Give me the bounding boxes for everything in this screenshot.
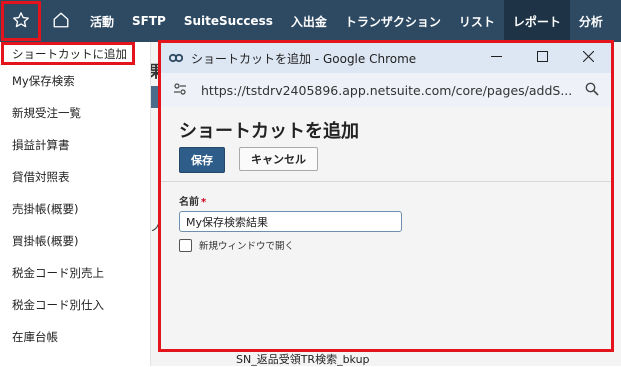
menu-item-my-saved-search[interactable]: My保存検索 xyxy=(0,65,150,97)
nav-item-sftp[interactable]: SFTP xyxy=(123,0,175,42)
page-title: ショートカットを追加 xyxy=(179,121,359,142)
nav-item-customization[interactable]: カスタマ xyxy=(612,0,621,42)
close-window-button[interactable] xyxy=(565,43,611,73)
netsuite-logo-icon xyxy=(169,51,183,65)
address-bar[interactable]: https://tstdrv2405896.app.netsuite.com/c… xyxy=(161,73,611,107)
add-shortcut-popup-window: ショートカットを追加 - Google Chrome https://tstdr… xyxy=(158,40,614,352)
name-label-text: 名前 xyxy=(179,197,199,208)
zoom-icon[interactable] xyxy=(585,82,599,99)
maximize-icon xyxy=(536,50,548,66)
nav-item-analytics[interactable]: 分析 xyxy=(570,0,612,42)
shortcuts-button[interactable] xyxy=(1,1,41,41)
open-new-window-row: 新規ウィンドウで開く xyxy=(179,238,402,252)
cancel-button[interactable]: キャンセル xyxy=(239,147,318,171)
nav-item-lists[interactable]: リスト xyxy=(450,0,504,42)
nav-item-activities[interactable]: 活動 xyxy=(81,0,123,42)
background-list-item[interactable]: SN_返品受領TR検索_bkup xyxy=(236,351,370,367)
nav-menu: 活動 SFTP SuiteSuccess 入出金 トランザクション リスト レポ… xyxy=(81,0,621,42)
name-input[interactable]: My保存検索結果 xyxy=(179,211,402,232)
menu-item-ap-summary[interactable]: 買掛帳(概要) xyxy=(0,225,150,257)
menu-item-balance-sheet[interactable]: 貸借対照表 xyxy=(0,161,150,193)
menu-item-income-statement[interactable]: 損益計算書 xyxy=(0,129,150,161)
shortcut-form: 名前 * My保存検索結果 新規ウィンドウで開く xyxy=(179,193,402,252)
window-titlebar: ショートカットを追加 - Google Chrome xyxy=(161,43,611,73)
menu-item-ar-summary[interactable]: 売掛帳(概要) xyxy=(0,193,150,225)
menu-item-purchases-by-tax-code[interactable]: 税金コード別仕入 xyxy=(0,289,150,321)
shortcuts-dropdown: ショートカットに追加 My保存検索 新規受注一覧 損益計算書 貸借対照表 売掛帳… xyxy=(0,42,151,366)
open-new-window-checkbox[interactable] xyxy=(179,238,192,252)
nav-item-payments[interactable]: 入出金 xyxy=(282,0,336,42)
site-settings-icon[interactable] xyxy=(173,82,187,99)
menu-item-sales-by-tax-code[interactable]: 税金コード別売上 xyxy=(0,257,150,289)
open-new-window-label: 新規ウィンドウで開く xyxy=(199,241,295,252)
nav-item-transactions[interactable]: トランザクション xyxy=(336,0,450,42)
popup-content: ショートカットを追加 保存 キャンセル 名前 * My保存検索結果 新規ウィンドウ… xyxy=(161,107,611,349)
nav-item-suitesuccess[interactable]: SuiteSuccess xyxy=(175,0,282,42)
minimize-button[interactable] xyxy=(473,43,519,73)
button-row: 保存 キャンセル xyxy=(179,147,611,173)
minimize-icon xyxy=(490,51,502,66)
window-title: ショートカットを追加 - Google Chrome xyxy=(191,51,417,66)
name-field-label: 名前 * xyxy=(179,193,402,208)
save-button[interactable]: 保存 xyxy=(179,147,225,173)
divider xyxy=(161,181,611,182)
menu-item-add-shortcut[interactable]: ショートカットに追加 xyxy=(1,42,135,65)
home-button[interactable] xyxy=(41,0,81,42)
star-icon xyxy=(12,11,30,32)
top-navbar: 活動 SFTP SuiteSuccess 入出金 トランザクション リスト レポ… xyxy=(0,0,621,42)
menu-item-new-orders[interactable]: 新規受注一覧 xyxy=(0,97,150,129)
close-icon xyxy=(582,50,594,66)
required-marker: * xyxy=(201,197,207,208)
home-icon xyxy=(52,11,70,32)
nav-item-reports[interactable]: レポート xyxy=(503,0,570,42)
menu-item-inventory-ledger[interactable]: 在庫台帳 xyxy=(0,321,150,353)
url-text[interactable]: https://tstdrv2405896.app.netsuite.com/c… xyxy=(201,83,571,98)
maximize-button[interactable] xyxy=(519,43,565,73)
